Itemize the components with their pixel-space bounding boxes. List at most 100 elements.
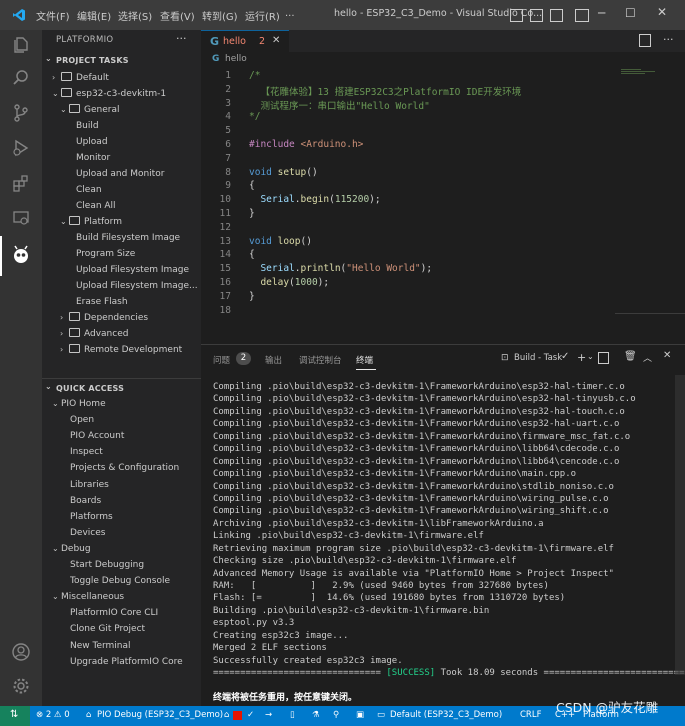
platformio-icon[interactable] [11, 245, 31, 265]
terminal-line: RAM: [ ] 2.9% (used 9460 bytes from 3276… [213, 581, 549, 592]
close-window-icon[interactable]: ✕ [657, 5, 667, 19]
quick-access-item-toggle-debug-console[interactable]: Toggle Debug Console [70, 573, 201, 589]
split-editor-icon[interactable] [639, 34, 651, 47]
task-item-upload-filesystem-image[interactable]: Upload Filesystem Image [76, 262, 201, 278]
chevron-down-icon: ⌄ [45, 54, 52, 63]
tab-debug-console[interactable]: 调试控制台 [299, 354, 342, 366]
pio-debug-status[interactable]: PIO Debug (ESP32_C3_Demo) [97, 710, 223, 720]
menu-more[interactable]: ... [285, 8, 295, 19]
stop-icon[interactable] [233, 711, 242, 720]
quick-access-item-inspect[interactable]: Inspect [70, 444, 201, 460]
quick-access-item-devices[interactable]: Devices [70, 525, 201, 541]
menu-run[interactable]: 运行(R) [245, 8, 280, 23]
search-icon[interactable] [11, 68, 31, 88]
quick-access-item-pio-account[interactable]: PIO Account [70, 428, 201, 444]
task-item-advanced[interactable]: › Advanced [60, 326, 201, 342]
minimap[interactable] [619, 68, 669, 80]
editor-more-icon[interactable]: ··· [663, 33, 674, 46]
menu-go[interactable]: 转到(G) [202, 8, 238, 23]
task-item-clean-all[interactable]: Clean All [76, 198, 201, 214]
quick-access-item-platformio-core-cli[interactable]: PlatformIO Core CLI [70, 605, 201, 621]
sidebar-more-icon[interactable]: ··· [176, 32, 187, 45]
remote-explorer-icon[interactable] [11, 208, 31, 228]
terminal-icon[interactable]: ▣ [356, 710, 364, 720]
code-token: void [249, 235, 278, 247]
quick-access-item-clone-git-project[interactable]: Clone Git Project [70, 621, 201, 637]
terminal-task-label[interactable]: Build - Task [514, 353, 562, 363]
task-item-program-size[interactable]: Program Size [76, 246, 201, 262]
upload-arrow-icon[interactable]: → [265, 710, 272, 720]
clean-trash-icon[interactable]: ▯ [290, 710, 295, 720]
quick-access-item-boards[interactable]: Boards [70, 493, 201, 509]
quick-access-item-start-debugging[interactable]: Start Debugging [70, 557, 201, 573]
close-tab-icon[interactable]: ✕ [272, 35, 280, 46]
menu-selection[interactable]: 选择(S) [118, 8, 152, 23]
problems-status[interactable]: ⊗ 2 ⚠ 0 [36, 710, 70, 720]
task-item-dependencies[interactable]: › Dependencies [60, 310, 201, 326]
layout-icon[interactable] [575, 9, 589, 22]
accounts-icon[interactable] [11, 642, 31, 662]
code-editor[interactable]: 1 /* 2 【花雕体验】13 搭建ESP32C3之PlatformIO IDE开发… [201, 68, 685, 342]
quick-access-item-upgrade-platformio-core[interactable]: Upgrade PlatformIO Core [70, 654, 201, 670]
pio-home-icon[interactable]: ⌂ [224, 710, 229, 720]
task-item-upload-filesystem-image[interactable]: Upload Filesystem Image... [76, 278, 201, 294]
folder-icon[interactable]: ▭ [377, 710, 385, 720]
tab-output[interactable]: 输出 [265, 354, 282, 366]
trash-icon[interactable]: 🗑 [624, 351, 637, 362]
menu-view[interactable]: 查看(V) [160, 8, 195, 23]
run-debug-icon[interactable] [11, 138, 31, 158]
quick-access-item-platforms[interactable]: Platforms [70, 509, 201, 525]
quick-access-item-libraries[interactable]: Libraries [70, 477, 201, 493]
split-terminal-icon[interactable] [598, 352, 609, 364]
remote-indicator[interactable]: ⇅ [0, 706, 30, 726]
line-ending-status[interactable]: CRLF [520, 710, 541, 720]
quick-access-label: Toggle Debug Console [70, 576, 170, 587]
close-panel-icon[interactable]: ✕ [663, 350, 671, 361]
chevron-down-icon[interactable]: ⌄ [587, 352, 594, 361]
task-item-build[interactable]: Build [76, 118, 201, 134]
quick-access-item-open[interactable]: Open [70, 412, 201, 428]
task-item-upload[interactable]: Upload [76, 134, 201, 150]
task-item-clean[interactable]: Clean [76, 182, 201, 198]
debug-icon[interactable]: ⌂ [86, 710, 91, 720]
quick-access-item-debug[interactable]: ⌄ Debug [52, 541, 201, 557]
task-item-platform[interactable]: ⌄ Platform [60, 214, 201, 230]
menu-file[interactable]: 文件(F) [36, 8, 70, 23]
environment-status[interactable]: Default (ESP32_C3_Demo) [390, 710, 502, 720]
settings-gear-icon[interactable] [11, 676, 31, 696]
terminal-line: Compiling .pio\build\esp32-c3-devkitm-1\… [213, 394, 636, 405]
toggle-secondary-sidebar-icon[interactable] [550, 9, 563, 22]
task-item-upload-and-monitor[interactable]: Upload and Monitor [76, 166, 201, 182]
tab-problems[interactable]: 问题 [213, 354, 230, 366]
quick-access-item-pio-home[interactable]: ⌄ PIO Home [52, 396, 201, 412]
task-item-erase-flash[interactable]: Erase Flash [76, 294, 201, 310]
task-item-build-filesystem-image[interactable]: Build Filesystem Image [76, 230, 201, 246]
toggle-panel-icon[interactable] [530, 9, 543, 22]
task-item-remote-development[interactable]: › Remote Development [60, 342, 201, 358]
tab-terminal[interactable]: 终端 [356, 354, 373, 366]
breadcrumb-file[interactable]: hello [225, 54, 247, 64]
toggle-sidebar-icon[interactable] [510, 9, 523, 22]
minimize-icon[interactable]: ─ [598, 6, 605, 20]
source-control-icon[interactable] [11, 103, 31, 123]
explorer-icon[interactable] [11, 35, 31, 55]
tab-hello[interactable]: G hello 2 ✕ [201, 30, 289, 53]
project-tasks-header[interactable]: ⌄ PROJECT TASKS [42, 54, 201, 70]
terminal-scrollbar[interactable] [675, 375, 685, 675]
new-terminal-icon[interactable]: + [577, 351, 586, 364]
chevron-up-icon[interactable]: ︿ [643, 351, 652, 364]
build-check-icon[interactable]: ✓ [247, 710, 254, 720]
quick-access-item-new-terminal[interactable]: New Terminal [70, 638, 201, 654]
quick-access-item-projects-configuration[interactable]: Projects & Configuration [70, 460, 201, 476]
menu-edit[interactable]: 编辑(E) [77, 8, 111, 23]
code-token: () [300, 235, 312, 247]
test-flask-icon[interactable]: ⚗ [312, 710, 320, 720]
maximize-icon[interactable]: ☐ [625, 6, 636, 20]
extensions-icon[interactable] [11, 173, 31, 193]
task-item-default[interactable]: › Default [52, 70, 201, 86]
serial-monitor-plug-icon[interactable]: ⚲ [333, 710, 339, 720]
quick-access-item-miscellaneous[interactable]: ⌄ Miscellaneous [52, 589, 201, 605]
task-item-esp32-c3-devkitm-1[interactable]: ⌄ esp32-c3-devkitm-1 [52, 86, 201, 102]
task-item-monitor[interactable]: Monitor [76, 150, 201, 166]
task-item-general[interactable]: ⌄ General [60, 102, 201, 118]
